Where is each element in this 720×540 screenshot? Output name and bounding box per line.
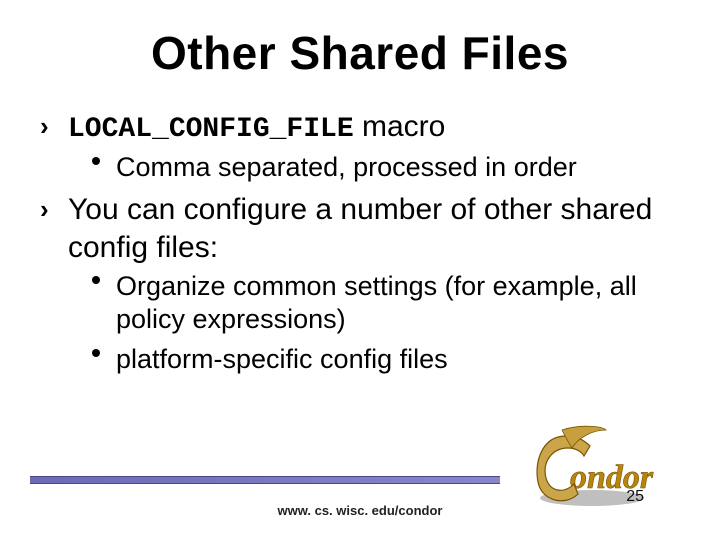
- footer-divider: [30, 476, 500, 484]
- bullet-text: Comma separated, processed in order: [116, 152, 577, 182]
- slide-body: › LOCAL_CONFIG_FILE macro Comma separate…: [40, 108, 680, 384]
- chevron-right-icon: ›: [40, 193, 49, 226]
- bullet-text: platform-specific config files: [116, 344, 448, 374]
- bullet-level1: › LOCAL_CONFIG_FILE macro: [40, 108, 680, 147]
- bullet-text: Organize common settings (for example, a…: [116, 271, 637, 333]
- bullet-text: macro: [354, 110, 446, 143]
- condor-logo: ondor: [532, 420, 702, 520]
- code-text: LOCAL_CONFIG_FILE: [68, 114, 354, 145]
- chevron-right-icon: ›: [40, 110, 49, 143]
- dot-icon: [92, 276, 100, 284]
- bullet-text: You can configure a number of other shar…: [68, 193, 652, 264]
- bullet-level2: platform-specific config files: [92, 343, 680, 375]
- bullet-level2: Organize common settings (for example, a…: [92, 270, 680, 335]
- dot-icon: [92, 349, 100, 357]
- dot-icon: [92, 157, 100, 165]
- logo-text: ondor: [570, 459, 654, 496]
- bullet-level1: › You can configure a number of other sh…: [40, 191, 680, 266]
- slide-title: Other Shared Files: [0, 26, 720, 80]
- bullet-level2: Comma separated, processed in order: [92, 151, 680, 183]
- slide: Other Shared Files › LOCAL_CONFIG_FILE m…: [0, 0, 720, 540]
